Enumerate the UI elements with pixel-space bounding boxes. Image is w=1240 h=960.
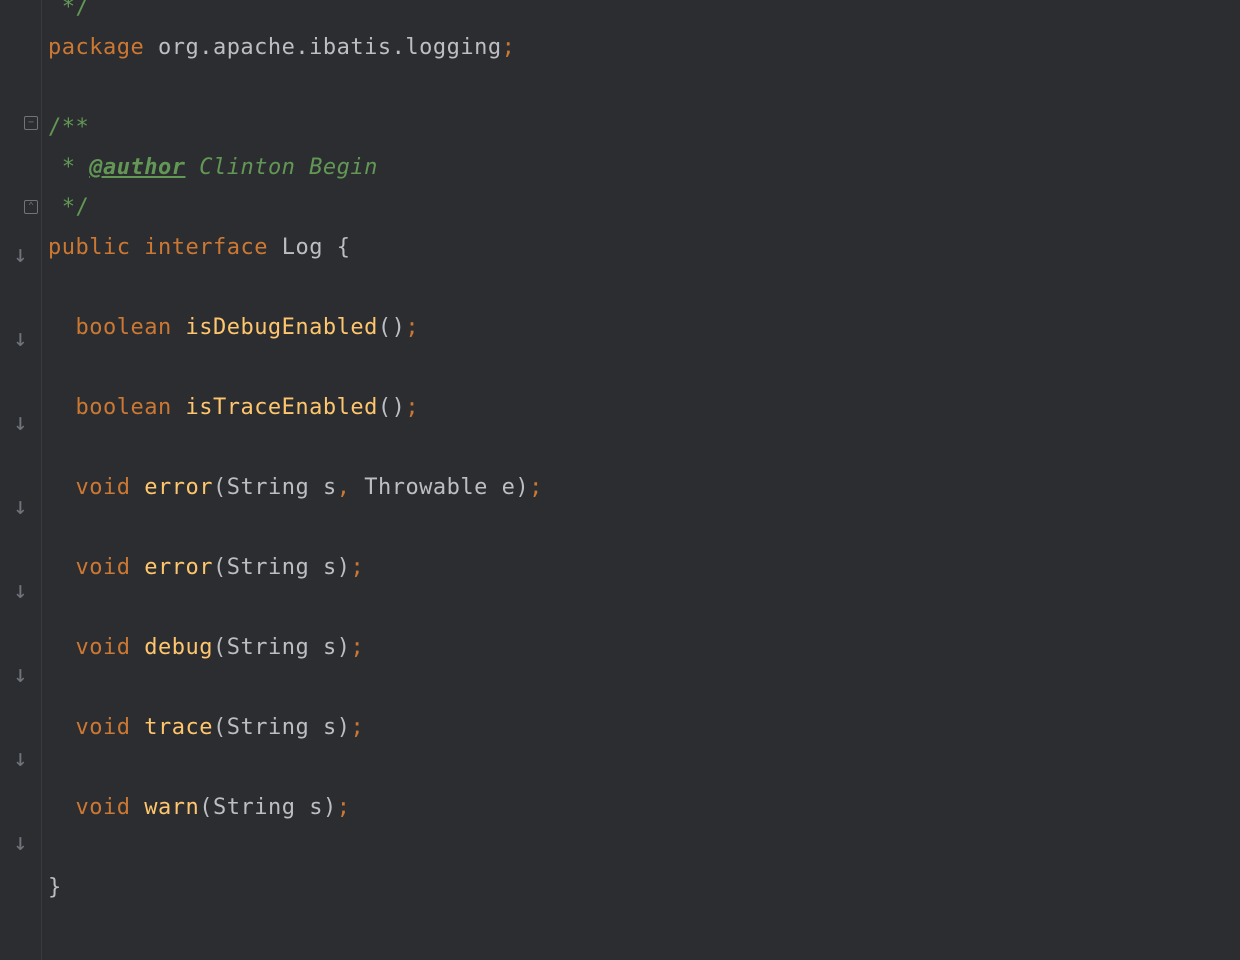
code-line: boolean isTraceEnabled(); [48,388,1240,428]
gutter-arrow-icon: ↓ [0,318,41,358]
code-line: package org.apache.ibatis.logging; [48,28,1240,68]
javadoc-author-tag: @author [89,155,185,180]
code-line: */ [48,188,1240,228]
gutter-arrow-icon: ↓ [0,822,41,862]
code-line [48,748,1240,788]
code-line [48,428,1240,468]
gutter-arrow-icon: ↓ [0,234,41,274]
code-line: */ [48,0,1240,28]
code-line: * @author Clinton Begin [48,148,1240,188]
fold-close-icon[interactable]: ⌃ [24,200,38,214]
gutter-arrow-icon: ↓ [0,486,41,526]
code-line: void warn(String s); [48,788,1240,828]
code-line: boolean isDebugEnabled(); [48,308,1240,348]
code-line [48,348,1240,388]
code-line: /** [48,108,1240,148]
gutter-arrow-icon: ↓ [0,654,41,694]
code-line: void error(String s, Throwable e); [48,468,1240,508]
code-line [48,828,1240,868]
code-line [48,668,1240,708]
code-line: public interface Log { [48,228,1240,268]
fold-minus-icon[interactable]: − [24,116,38,130]
gutter-arrow-icon: ↓ [0,738,41,778]
code-editor[interactable]: − ⌃ ↓ ↓ ↓ ↓ ↓ ↓ ↓ ↓ */ package org.apach… [0,0,1240,960]
code-line [48,508,1240,548]
code-line [48,68,1240,108]
code-line: void debug(String s); [48,628,1240,668]
code-line: void error(String s); [48,548,1240,588]
code-line: } [48,868,1240,908]
code-line [48,268,1240,308]
code-line: void trace(String s); [48,708,1240,748]
gutter-arrow-icon: ↓ [0,402,41,442]
code-content[interactable]: */ package org.apache.ibatis.logging; /*… [42,0,1240,960]
gutter-arrow-icon: ↓ [0,570,41,610]
code-line [48,588,1240,628]
editor-gutter: − ⌃ ↓ ↓ ↓ ↓ ↓ ↓ ↓ ↓ [0,0,42,960]
